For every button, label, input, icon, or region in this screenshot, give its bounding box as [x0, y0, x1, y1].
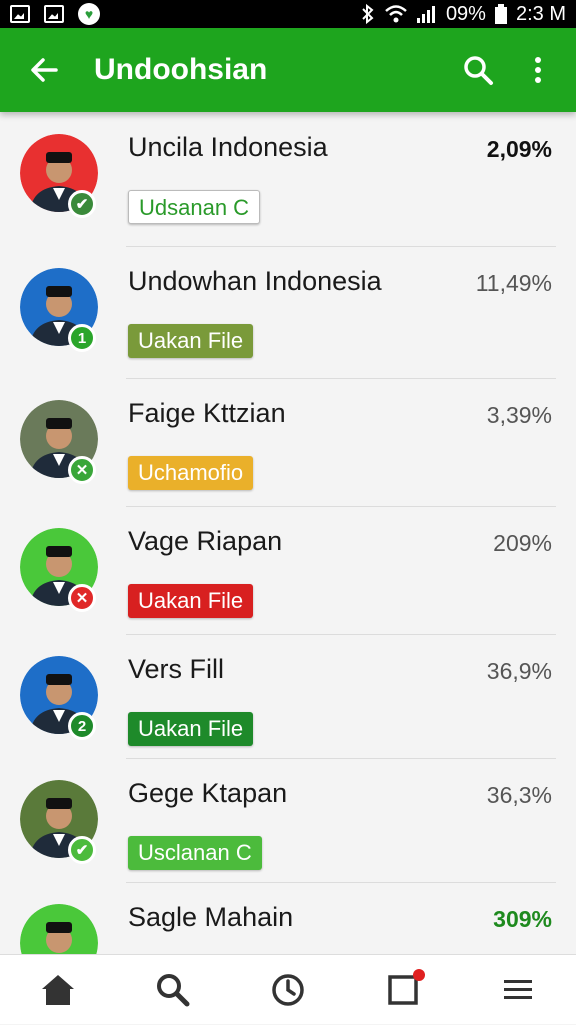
clock-time: 2:3 M [515, 2, 566, 25]
battery-percent: 09% [445, 2, 486, 25]
list-item[interactable]: 2 Vers Fill 36,9% Uakan File [0, 634, 576, 758]
avatar [20, 904, 98, 954]
item-name: Uncila Indonesia [128, 132, 328, 162]
battery-icon [494, 4, 507, 24]
signal-icon [416, 6, 435, 23]
item-name: Undowhan Indonesia [128, 266, 382, 296]
nav-history[interactable] [248, 955, 328, 1025]
search-icon [156, 973, 190, 1006]
search-button[interactable] [448, 28, 508, 112]
nav-menu[interactable] [478, 955, 558, 1025]
status-bar: ♥ 09% 2:3 M [0, 0, 576, 28]
nav-home[interactable] [18, 955, 98, 1025]
nav-search[interactable] [133, 955, 213, 1025]
status-bar-notifications: ♥ [10, 3, 100, 25]
image-icon [10, 5, 30, 23]
item-percent: 3,39% [486, 402, 552, 428]
status-badge: ✕ [68, 584, 96, 612]
item-name: Sagle Mahain [128, 902, 294, 932]
bluetooth-icon [362, 3, 374, 25]
notification-dot [413, 968, 426, 981]
clock-icon [272, 973, 304, 1006]
status-badge: 1 [68, 324, 96, 352]
item-name: Gege Ktapan [128, 778, 288, 808]
item-percent: 309% [493, 906, 552, 932]
status-bar-system: 09% 2:3 M [360, 3, 566, 26]
app-bar: Undoohsian [0, 28, 576, 112]
candidate-list: ✔ Uncila Indonesia 2,09% Udsanan C 1 Undowhan… [0, 112, 576, 954]
app-notification-icon: ♥ [78, 3, 100, 25]
status-tag[interactable]: Uakan File [128, 324, 254, 358]
list-item[interactable]: ✔ Gege Ktapan 36,3% Usclanan C [0, 758, 576, 882]
list-item[interactable]: ✔ Uncila Indonesia 2,09% Udsanan C [0, 112, 576, 246]
item-name: Faige Kttzian [128, 398, 286, 428]
item-percent: 11,49% [475, 270, 552, 296]
status-tag[interactable]: Uakan File [128, 584, 254, 618]
gallery-icon [44, 5, 64, 23]
wifi-icon [385, 5, 407, 23]
item-percent: 36,3% [486, 782, 552, 808]
item-percent: 36,9% [486, 658, 552, 684]
search-icon [464, 56, 493, 85]
status-tag[interactable]: Uchamofio [128, 456, 254, 490]
more-vertical-icon [535, 57, 541, 83]
nav-notifications[interactable] [363, 955, 443, 1025]
bottom-navigation [0, 954, 576, 1024]
list-item[interactable]: ✕ Vage Riapan 209% Uakan File [0, 506, 576, 634]
back-button[interactable] [14, 28, 74, 112]
status-tag[interactable]: Uakan File [128, 712, 254, 746]
status-badge: ✕ [68, 456, 96, 484]
list-item[interactable]: ✕ Faige Kttzian 3,39% Uchamofio [0, 378, 576, 506]
item-name: Vers Fill [128, 654, 225, 684]
arrow-left-icon [31, 58, 58, 82]
overflow-menu-button[interactable] [508, 28, 568, 112]
menu-icon [504, 979, 533, 999]
home-icon [41, 974, 74, 1005]
item-percent: 2,09% [486, 136, 552, 162]
status-tag[interactable]: Udsanan C [128, 190, 261, 224]
item-name: Vage Riapan [128, 526, 283, 556]
item-percent: 209% [493, 530, 552, 556]
status-tag[interactable]: Usclanan C [128, 836, 262, 870]
status-badge: ✔ [68, 836, 96, 864]
status-badge: 2 [68, 712, 96, 740]
list-item[interactable]: 1 Undowhan Indonesia 11,49% Uakan File [0, 246, 576, 378]
status-badge: ✔ [68, 190, 96, 218]
list-item[interactable]: Sagle Mahain 309% [0, 882, 576, 954]
page-title: Undoohsian [94, 53, 268, 86]
